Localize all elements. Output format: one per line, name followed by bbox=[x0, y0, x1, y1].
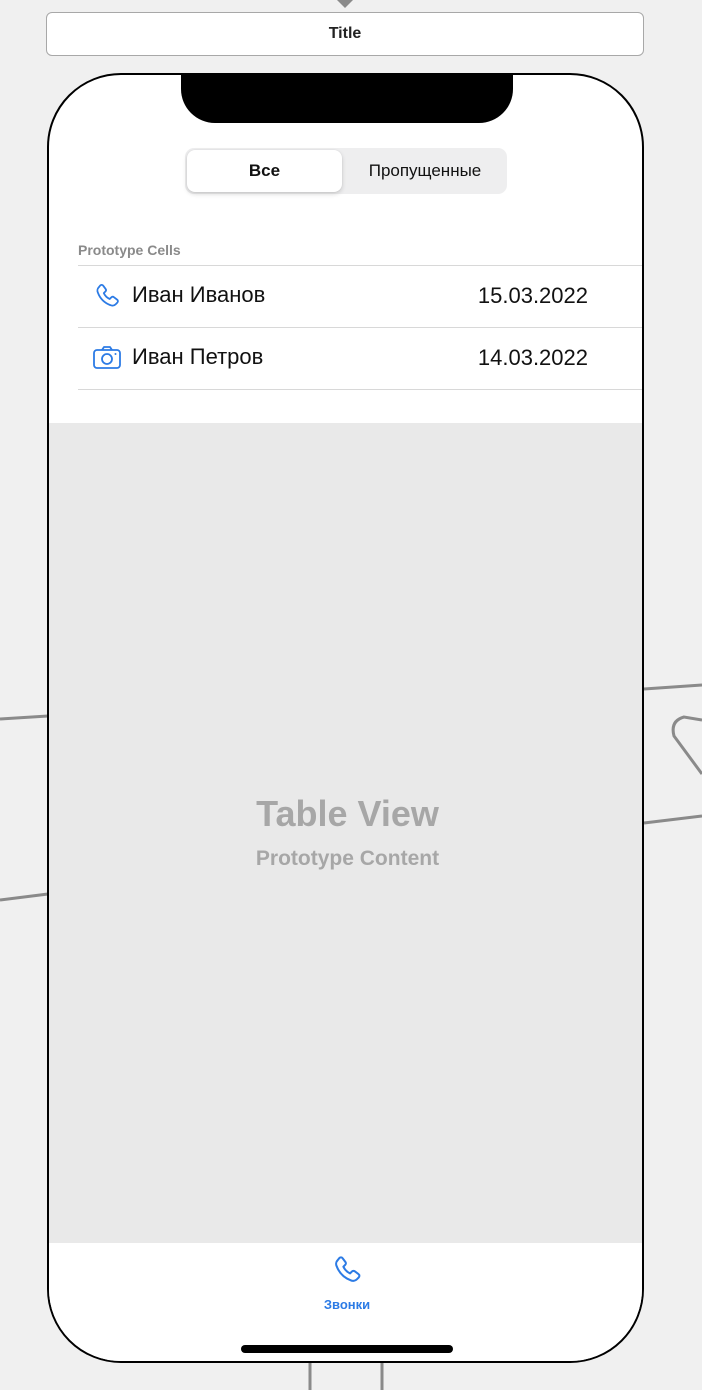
camera-icon bbox=[93, 346, 121, 369]
phone-icon bbox=[335, 1256, 361, 1282]
contact-name: Иван Иванов bbox=[132, 282, 266, 307]
table-view-placeholder[interactable]: Table View Prototype Content bbox=[49, 423, 642, 1243]
storyboard-canvas: Title Все Пропущенные Prototype Cells Ив… bbox=[0, 0, 702, 1390]
notch bbox=[181, 75, 513, 123]
segment-all[interactable]: Все bbox=[187, 150, 342, 192]
phone-icon bbox=[96, 283, 119, 307]
table-row[interactable]: Иван Петров 14.03.2022 bbox=[78, 327, 642, 390]
table-row[interactable]: Иван Иванов 15.03.2022 bbox=[78, 265, 642, 326]
section-header: Prototype Cells bbox=[78, 242, 181, 258]
call-date: 15.03.2022 bbox=[477, 283, 588, 308]
tab-calls-label: Звонки bbox=[323, 1297, 371, 1312]
home-indicator bbox=[241, 1345, 453, 1353]
table-view-title: Table View bbox=[256, 793, 439, 834]
table-view-subtitle: Prototype Content bbox=[255, 847, 440, 870]
contact-name: Иван Петров bbox=[132, 344, 264, 369]
navigation-title-bar[interactable]: Title bbox=[46, 12, 644, 56]
iphone-frame: Все Пропущенные Prototype Cells Иван Ива… bbox=[47, 73, 644, 1363]
tab-calls[interactable]: Звонки bbox=[297, 1253, 397, 1313]
segment-missed[interactable]: Пропущенные bbox=[345, 150, 505, 192]
navigation-title: Title bbox=[328, 25, 362, 42]
segmented-control[interactable]: Все Пропущенные bbox=[185, 148, 507, 194]
call-date: 14.03.2022 bbox=[477, 345, 588, 370]
